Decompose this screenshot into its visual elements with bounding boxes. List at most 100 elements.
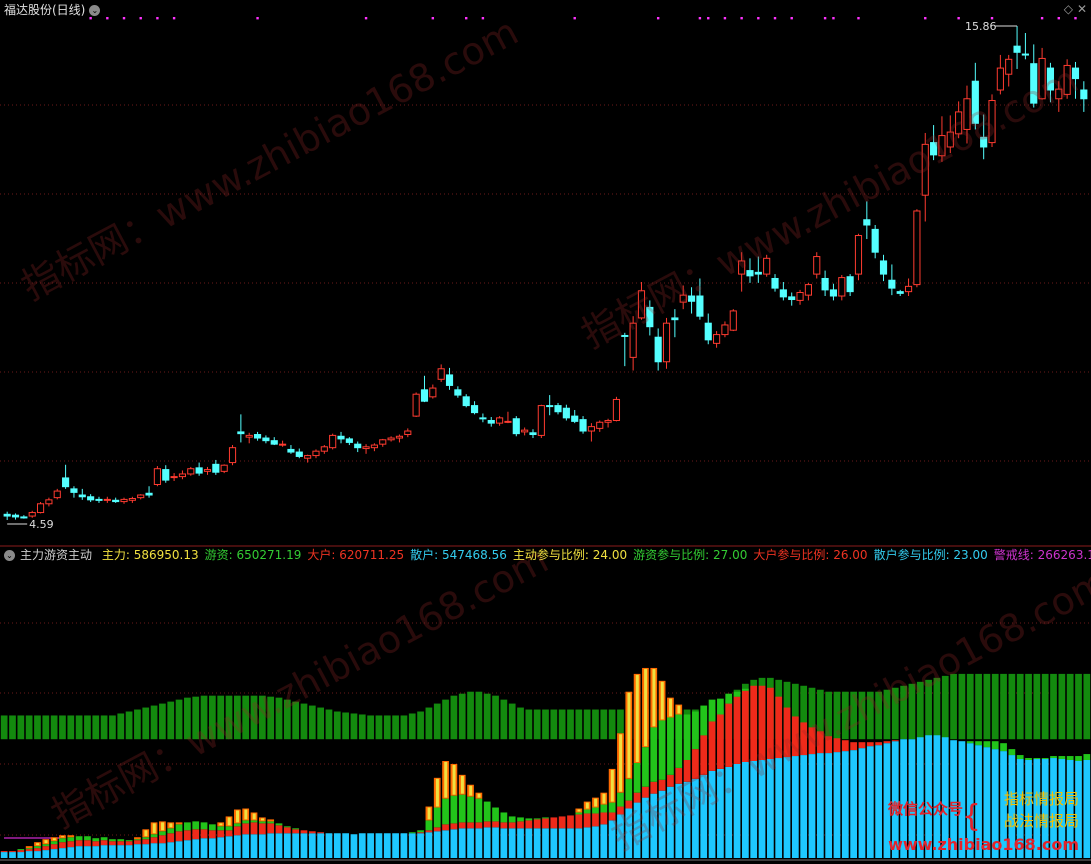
candle-body xyxy=(704,322,712,341)
candle-body xyxy=(529,432,537,436)
candle-body xyxy=(612,398,621,421)
big-player-bar xyxy=(675,767,683,784)
retail-bar xyxy=(0,852,8,858)
main-force-core xyxy=(52,838,56,841)
indicator-header: ⌄ 主力游资主动 主力: 586950.13 游资: 650271.19 大户: 62… xyxy=(4,548,1091,562)
alert-dot xyxy=(823,17,827,20)
candle-body xyxy=(87,496,95,501)
hot-money-bar xyxy=(1016,755,1024,760)
hot-money-bar xyxy=(159,831,166,836)
chevron-down-icon[interactable]: ⌄ xyxy=(89,5,101,16)
candle-body xyxy=(70,488,78,493)
candle-body xyxy=(512,418,520,435)
big-player-bar xyxy=(608,812,616,821)
hot-money-bar xyxy=(67,837,75,842)
candle-body xyxy=(696,295,704,317)
retail-bar xyxy=(492,827,499,858)
hot-money-bar xyxy=(517,817,524,822)
retail-bar xyxy=(458,828,466,858)
candle-body xyxy=(337,435,345,440)
candle-body xyxy=(420,389,429,402)
retail-bar xyxy=(750,760,758,858)
retail-bar xyxy=(109,845,116,858)
candle-body xyxy=(738,260,746,275)
retail-bar xyxy=(67,847,75,858)
candle-body xyxy=(137,494,145,499)
retail-bar xyxy=(600,824,608,858)
retail-bar xyxy=(192,839,200,858)
big-player-bar xyxy=(800,722,808,756)
alert-dot xyxy=(1074,17,1077,20)
retail-bar xyxy=(350,834,358,858)
hot-money-bar xyxy=(1066,756,1074,761)
candle-body xyxy=(329,434,337,449)
main-force-core xyxy=(677,705,681,714)
hot-money-bar xyxy=(442,798,449,825)
candle xyxy=(537,404,545,439)
big-player-bar xyxy=(425,830,433,833)
hot-money-bar xyxy=(84,836,91,841)
retail-bar xyxy=(408,833,416,858)
baseline-bar xyxy=(550,709,558,740)
baseline-bar xyxy=(159,703,166,740)
hot-money-bar xyxy=(733,691,741,697)
hot-money-bar xyxy=(134,839,141,841)
brand-name-2: 战法情报局 xyxy=(1003,812,1079,830)
candle-body xyxy=(754,271,762,275)
candle xyxy=(1063,59,1071,99)
baseline-bar xyxy=(600,709,608,740)
candle xyxy=(512,416,520,437)
retail-bar xyxy=(75,846,83,858)
retail-bar xyxy=(275,833,283,858)
chevron-down-icon[interactable]: ⌄ xyxy=(4,550,15,561)
indicator-value-8: 警戒线: 266263.16 xyxy=(993,548,1091,562)
baseline-bar xyxy=(841,691,849,740)
retail-bar xyxy=(175,841,183,858)
hot-money-bar xyxy=(575,812,583,815)
retail-bar xyxy=(850,750,858,858)
hot-money-bar xyxy=(1075,756,1082,761)
candle-body xyxy=(20,516,28,519)
hot-money-bar xyxy=(275,823,283,826)
hot-money-bar xyxy=(658,720,666,780)
retail-bar xyxy=(92,846,100,858)
baseline-bar xyxy=(258,695,266,740)
hot-money-bar xyxy=(650,727,658,782)
close-icon[interactable]: ✕ xyxy=(1077,2,1087,16)
candle-body xyxy=(854,235,863,275)
baseline-bar xyxy=(267,696,275,740)
big-player-bar xyxy=(500,822,508,829)
hot-money-bar xyxy=(125,840,133,842)
big-player-bar xyxy=(508,822,516,829)
baseline-bar xyxy=(1075,673,1082,740)
hot-money-bar xyxy=(1058,756,1066,760)
big-player-bar xyxy=(700,735,708,775)
big-player-bar xyxy=(109,841,116,846)
big-player-bar xyxy=(308,831,316,834)
alert-dot xyxy=(832,17,835,20)
retail-bar xyxy=(583,827,591,858)
retail-bar xyxy=(508,828,516,858)
baseline-bar xyxy=(392,715,399,740)
baseline-bar xyxy=(508,703,516,740)
retail-bar xyxy=(9,852,16,858)
baseline-bar xyxy=(225,695,233,740)
hot-money-bar xyxy=(1083,754,1091,761)
candle-body xyxy=(629,322,637,358)
baseline-bar xyxy=(558,709,566,740)
big-player-bar xyxy=(134,840,141,845)
baseline-bar xyxy=(567,709,574,740)
candle xyxy=(220,464,228,474)
baseline-bar xyxy=(250,695,258,740)
diamond-icon[interactable]: ◇ xyxy=(1064,2,1073,16)
baseline-bar xyxy=(483,693,491,740)
big-player-bar xyxy=(192,829,200,840)
big-player-bar xyxy=(600,812,608,825)
big-player-bar xyxy=(567,815,574,829)
retail-bar xyxy=(533,828,541,858)
big-player-bar xyxy=(742,690,749,762)
candle-body xyxy=(270,440,278,445)
main-force-core xyxy=(594,798,598,807)
candle-body xyxy=(971,80,979,124)
big-player-bar xyxy=(433,827,441,832)
